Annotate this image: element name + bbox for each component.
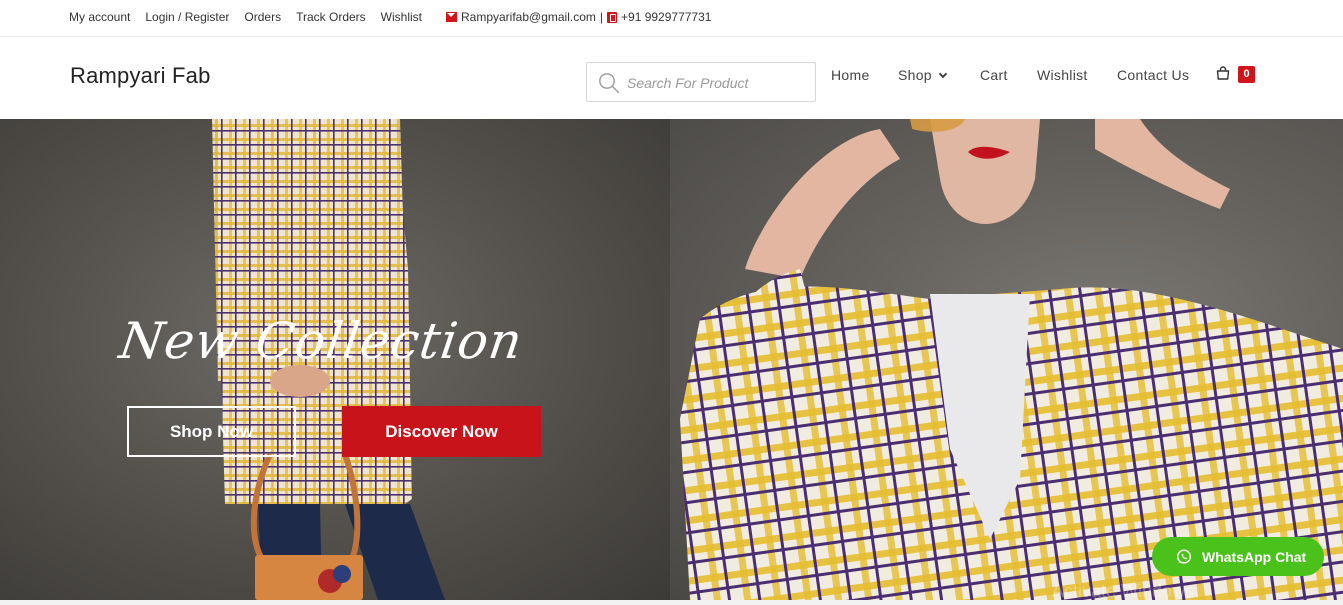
whatsapp-chat-label: WhatsApp Chat [1202, 548, 1307, 565]
top-link-orders[interactable]: Orders [244, 10, 281, 24]
whatsapp-chat-button[interactable]: WhatsApp Chat [1152, 537, 1324, 576]
hero-banner: New Collection Shop Now Discover Now [0, 119, 1343, 600]
hero-headline: New Collection [115, 312, 527, 370]
top-bar: My account Login / Register Orders Track… [0, 0, 1343, 37]
contact-phone[interactable]: +91 9929777731 [621, 10, 711, 24]
search-box[interactable] [586, 62, 816, 102]
shop-now-button[interactable]: Shop Now [127, 406, 296, 457]
top-link-login-register[interactable]: Login / Register [145, 10, 229, 24]
chevron-down-icon [938, 69, 948, 79]
phone-icon [607, 11, 618, 23]
top-link-track-orders[interactable]: Track Orders [296, 10, 366, 24]
envelope-icon [446, 12, 457, 22]
discover-now-button[interactable]: Discover Now [342, 406, 541, 457]
whatsapp-icon [1176, 549, 1192, 564]
site-header: Rampyari Fab Home Shop Cart Wishlist Con… [0, 38, 1343, 119]
nav-cart[interactable]: Cart [980, 67, 1008, 83]
os-activation-watermark: Activate Windows [1052, 581, 1195, 601]
top-link-wishlist[interactable]: Wishlist [381, 10, 422, 24]
contact-info: Rampyarifab@gmail.com | +91 9929777731 [446, 10, 711, 24]
nav-shop-label: Shop [898, 67, 932, 83]
nav-wishlist[interactable]: Wishlist [1037, 67, 1088, 83]
cart-button[interactable]: 0 [1216, 66, 1256, 86]
cart-count-badge: 0 [1238, 66, 1255, 83]
search-input[interactable] [627, 72, 807, 94]
nav-home[interactable]: Home [831, 67, 870, 83]
contact-email[interactable]: Rampyarifab@gmail.com [461, 10, 596, 24]
search-icon[interactable] [598, 72, 620, 94]
shopping-bag-icon [1216, 66, 1230, 80]
contact-separator: | [599, 10, 604, 24]
top-link-my-account[interactable]: My account [69, 10, 130, 24]
top-links: My account Login / Register Orders Track… [69, 10, 437, 24]
nav-contact-us[interactable]: Contact Us [1117, 67, 1189, 83]
site-logo[interactable]: Rampyari Fab [70, 63, 211, 89]
nav-shop[interactable]: Shop [898, 67, 948, 83]
